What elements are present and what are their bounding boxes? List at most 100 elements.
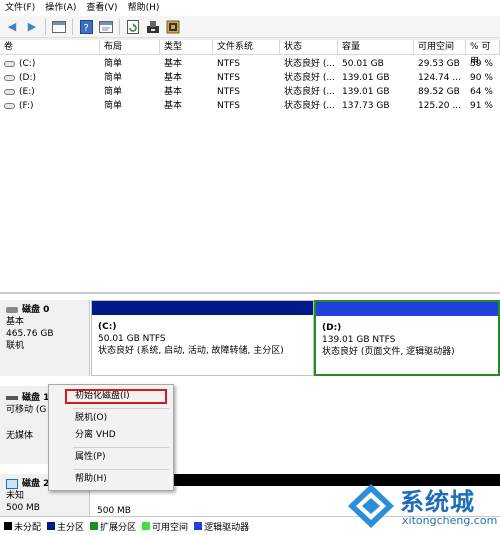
capacity-cell: 139.01 GB	[342, 87, 390, 97]
legend-label-primary: 主分区	[57, 522, 85, 533]
toolbar-separator	[119, 18, 120, 35]
properties-icon[interactable]	[98, 19, 114, 35]
forward-arrow-icon[interactable]: ▶	[24, 19, 40, 35]
percent-free-cell: 64 %	[470, 87, 493, 97]
col-header-percent-free[interactable]: % 可用	[466, 40, 500, 67]
watermark-url: xitongcheng.com	[402, 514, 498, 527]
type-cell: 基本	[164, 59, 183, 69]
watermark-brand: 系统城	[400, 488, 475, 516]
removable-disk-icon	[6, 395, 18, 400]
legend-swatch-extended	[90, 522, 99, 530]
disk-0-status: 联机	[6, 341, 25, 351]
disk-2-title: 磁盘 2	[22, 479, 50, 489]
menu-item-properties[interactable]: 属性(P)	[49, 449, 173, 466]
menu-separator	[73, 408, 169, 409]
drive-icon	[4, 74, 15, 81]
col-header-type[interactable]: 类型	[160, 40, 213, 55]
layout-cell: 简单	[104, 73, 123, 83]
disk-0-title: 磁盘 0	[22, 305, 50, 315]
status-cell: 状态良好 (...	[284, 101, 335, 111]
help-icon[interactable]: ?	[78, 19, 94, 35]
partition-c-name: (C:)	[98, 322, 117, 332]
table-row[interactable]: (F:) 简单 基本 NTFS 状态良好 (... 137.73 GB 125.…	[0, 100, 500, 113]
free-space-cell: 29.53 GB	[418, 59, 460, 69]
filesystem-cell: NTFS	[217, 87, 240, 97]
refresh-icon[interactable]	[125, 19, 141, 35]
menu-item-detach-vhd[interactable]: 分离 VHD	[49, 427, 173, 444]
menu-item-offline[interactable]: 脱机(O)	[49, 410, 173, 427]
disk-0-type: 基本	[6, 317, 25, 327]
status-cell: 状态良好 (...	[284, 87, 335, 97]
legend-swatch-free	[142, 522, 151, 530]
col-header-volume[interactable]: 卷	[0, 40, 100, 55]
disk-0-label[interactable]: 磁盘 0 基本 465.76 GB 联机	[0, 300, 90, 376]
table-row[interactable]: (D:) 简单 基本 NTFS 状态良好 (... 139.01 GB 124.…	[0, 72, 500, 85]
watermark: 系统城 xitongcheng.com	[340, 480, 500, 535]
toolbar-separator	[45, 18, 46, 35]
disk-2-part-size: 500 MB	[97, 506, 131, 516]
disk-2-size: 500 MB	[6, 503, 40, 513]
type-cell: 基本	[164, 87, 183, 97]
col-header-filesystem[interactable]: 文件系统	[213, 40, 280, 55]
free-space-cell: 124.74 ...	[418, 73, 461, 83]
disk-tool-icon[interactable]	[145, 19, 161, 35]
disk-icon	[6, 306, 18, 313]
partition-c-size: 50.01 GB NTFS	[98, 334, 166, 344]
disk-2-type: 未知	[6, 491, 25, 501]
menu-action[interactable]: 操作(A)	[40, 0, 81, 16]
back-arrow-icon[interactable]: ◀	[4, 19, 20, 35]
watermark-logo-icon	[348, 484, 394, 528]
highlight-box	[65, 389, 167, 404]
primary-partition-bar	[92, 301, 313, 315]
legend-label-extended: 扩展分区	[100, 522, 137, 533]
layout-cell: 简单	[104, 101, 123, 111]
menu-help[interactable]: 帮助(H)	[123, 0, 165, 16]
drive-icon	[4, 88, 15, 95]
menu-separator	[73, 447, 169, 448]
layout-cell: 简单	[104, 87, 123, 97]
volume-table: 卷 布局 类型 文件系统 状态 容量 可用空间 % 可用 (C:) 简单 基本 …	[0, 40, 500, 292]
legend-swatch-unallocated	[4, 522, 12, 530]
capacity-cell: 50.01 GB	[342, 59, 384, 69]
menu-bar: 文件(F) 操作(A) 查看(V) 帮助(H)	[0, 0, 500, 16]
partition-d[interactable]: (D:) 139.01 GB NTFS 状态良好 (页面文件, 逻辑驱动器)	[314, 300, 500, 376]
menu-file[interactable]: 文件(F)	[0, 0, 40, 16]
legend-label-unallocated: 未分配	[14, 522, 42, 533]
col-header-layout[interactable]: 布局	[100, 40, 160, 55]
capacity-cell: 139.01 GB	[342, 73, 390, 83]
logical-drive-bar	[316, 302, 498, 316]
col-header-free-space[interactable]: 可用空间	[414, 40, 466, 55]
toolbar-separator	[72, 18, 73, 35]
partition-d-status: 状态良好 (页面文件, 逻辑驱动器)	[322, 347, 455, 357]
legend-label-logical: 逻辑驱动器	[204, 522, 250, 533]
partition-c-status: 状态良好 (系统, 启动, 活动, 故障转储, 主分区)	[98, 346, 284, 356]
type-cell: 基本	[164, 101, 183, 111]
settings-icon[interactable]	[165, 19, 181, 35]
drive-icon	[4, 102, 15, 109]
filesystem-cell: NTFS	[217, 73, 240, 83]
volume-name: (D:)	[19, 73, 36, 83]
drive-icon	[4, 60, 15, 67]
partition-d-name: (D:)	[322, 323, 342, 333]
svg-text:?: ?	[83, 23, 88, 34]
menu-item-help[interactable]: 帮助(H)	[49, 471, 173, 488]
col-header-status[interactable]: 状态	[280, 40, 338, 55]
legend-label-free: 可用空间	[152, 522, 189, 533]
menu-separator	[73, 469, 169, 470]
menu-view[interactable]: 查看(V)	[81, 0, 122, 16]
toolbar: ◀ ▶ ?	[0, 16, 500, 38]
volume-name: (C:)	[19, 59, 36, 69]
context-menu: 初始化磁盘(I) 脱机(O) 分离 VHD 属性(P) 帮助(H)	[48, 384, 174, 491]
table-row[interactable]: (E:) 简单 基本 NTFS 状态良好 (... 139.01 GB 89.5…	[0, 86, 500, 99]
col-header-capacity[interactable]: 容量	[338, 40, 414, 55]
partition-c[interactable]: (C:) 50.01 GB NTFS 状态良好 (系统, 启动, 活动, 故障转…	[91, 300, 314, 376]
console-tree-icon[interactable]	[51, 19, 67, 35]
status-cell: 状态良好 (...	[284, 59, 335, 69]
status-cell: 状态良好 (...	[284, 73, 335, 83]
type-cell: 基本	[164, 73, 183, 83]
percent-free-cell: 90 %	[470, 73, 493, 83]
volume-name: (F:)	[19, 101, 34, 111]
disk-0-size: 465.76 GB	[6, 329, 54, 339]
table-row[interactable]: (C:) 简单 基本 NTFS 状态良好 (... 50.01 GB 29.53…	[0, 58, 500, 71]
legend-swatch-primary	[47, 522, 56, 530]
